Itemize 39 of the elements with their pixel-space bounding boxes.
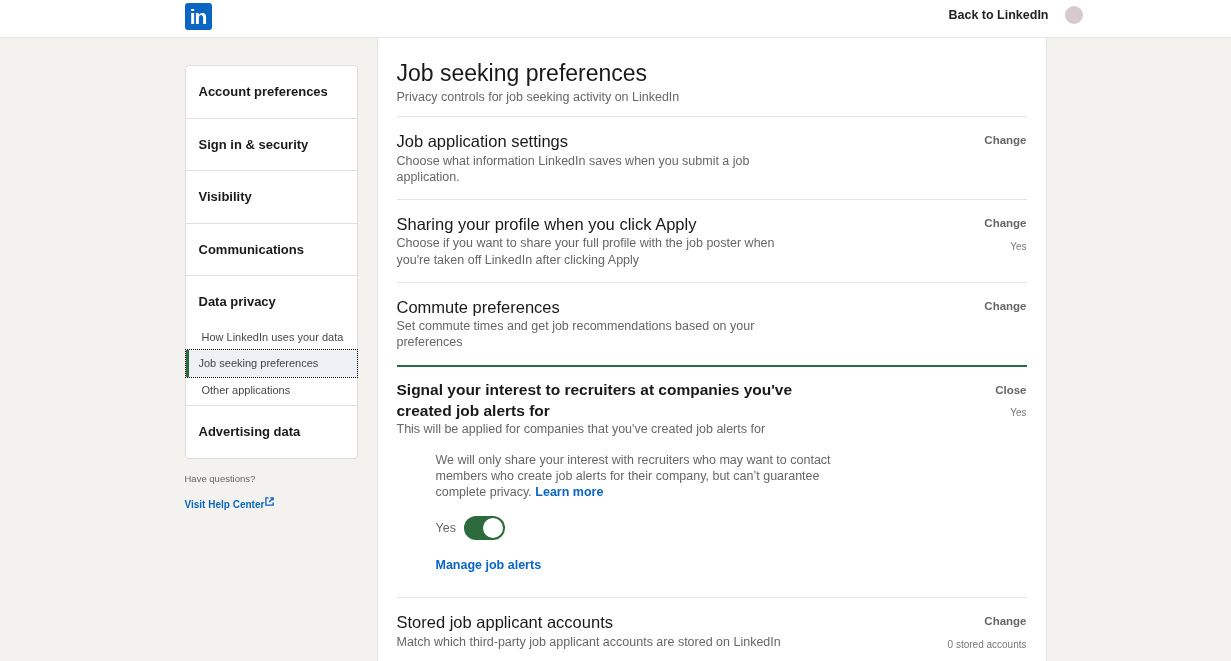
section-value: Yes (1009, 406, 1027, 421)
section-description: Choose what information LinkedIn saves when you submit a job application. (396, 152, 751, 186)
sidebar-item[interactable]: Account preferences (185, 66, 357, 119)
page-subtitle: Privacy controls for job seeking activity on LinkedIn (396, 88, 681, 106)
section-description: Choose if you want to share your full profile with the job poster when you're taken off LinkedIn after clicking Apply (396, 235, 776, 268)
logo[interactable]: in (184, 3, 212, 30)
section-title: Job application settings (396, 131, 570, 153)
manage-job-alerts-link[interactable]: Manage job alerts (435, 556, 542, 576)
section-title: Stored job applicant accounts (396, 612, 614, 634)
toggle-label: Yes (435, 520, 456, 538)
section-title: Commute preferences (396, 296, 561, 318)
section-title: Signal your interest to recruiters at companies you've created job alerts for (396, 379, 794, 421)
sidebar-item[interactable]: Data privacy (185, 276, 357, 324)
section-action-button[interactable]: Change (984, 215, 1027, 233)
sidebar-subitem[interactable]: How LinkedIn uses your data (185, 323, 357, 350)
learn-more-link[interactable]: Learn more (535, 485, 604, 500)
section-description: Match which third-party job applicant accounts are stored on LinkedIn (396, 633, 781, 650)
sidebar-item[interactable]: Communications (185, 223, 357, 276)
sidebar-item[interactable]: Sign in & security (185, 118, 357, 171)
section-description: Set commute times and get job recommendations based on your preferences (396, 318, 756, 351)
detail-text: We will only share your interest with recruiters who may want to contact members who create job alerts for their company, but can’t guarantee complete privacy. Learn more (435, 451, 832, 501)
page-title: Job seeking preferences (396, 60, 649, 88)
sidebar-item[interactable]: Advertising data (185, 406, 357, 458)
help-question: Have questions? (184, 471, 257, 486)
help-center-link[interactable]: Visit Help Center (184, 498, 275, 510)
section-action-button[interactable]: Close (995, 381, 1027, 399)
back-link[interactable]: Back to LinkedIn (948, 5, 1049, 25)
toggle-switch[interactable] (463, 516, 505, 541)
sidebar-subitem[interactable]: Job seeking preferences (185, 350, 357, 377)
section-value: Yes (1009, 239, 1027, 254)
section-title: Sharing your profile when you click Apply (396, 214, 698, 236)
section-action-button[interactable]: Change (984, 297, 1027, 316)
section-description: This will be applied for companies that you've created job alerts for (396, 421, 767, 438)
sidebar-item[interactable]: Visibility (185, 171, 357, 224)
external-link-icon (265, 496, 275, 506)
section-value: 0 stored accounts (947, 637, 1027, 652)
section-action-button[interactable]: Change (984, 132, 1027, 150)
section-action-button[interactable]: Change (984, 613, 1027, 631)
sidebar-subitem[interactable]: Other applications (185, 376, 357, 405)
